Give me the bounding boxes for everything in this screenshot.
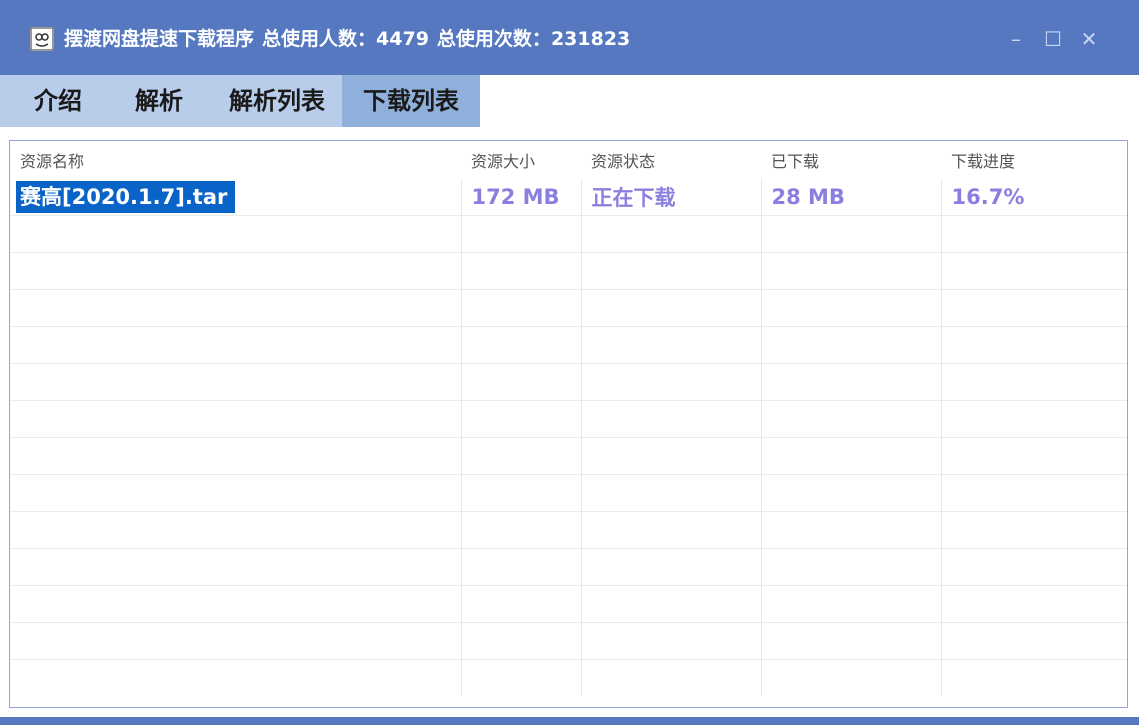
empty-row <box>10 474 1127 512</box>
uses-label: 总使用次数： <box>436 28 551 50</box>
cell-status: 正在下载 <box>581 179 762 216</box>
tab-parse[interactable]: 解析 <box>116 75 202 127</box>
table-row[interactable]: 赛高[2020.1.7].tar 172 MB 正在下载 28 MB 16.7% <box>10 179 1127 216</box>
column-header-downloaded[interactable]: 已下载 <box>761 141 941 179</box>
app-icon <box>30 27 54 51</box>
empty-row <box>10 326 1127 364</box>
window-title: 摆渡网盘提速下载程序 总使用人数：4479 总使用次数：231823 <box>64 24 638 51</box>
cell-name[interactable]: 赛高[2020.1.7].tar <box>10 179 462 216</box>
empty-row <box>10 622 1127 660</box>
tab-intro[interactable]: 介绍 <box>8 75 108 127</box>
window-bottom-border <box>0 717 1139 725</box>
empty-row <box>10 363 1127 401</box>
tab-parse-list[interactable]: 解析列表 <box>212 75 342 127</box>
cell-downloaded: 28 MB <box>761 179 942 216</box>
cell-size: 172 MB <box>461 179 582 216</box>
table-header-row: 资源名称 资源大小 资源状态 已下载 下载进度 <box>10 141 1127 179</box>
app-title: 摆渡网盘提速下载程序 <box>64 28 255 50</box>
column-header-status[interactable]: 资源状态 <box>581 141 761 179</box>
minimize-icon[interactable]: – <box>1003 26 1029 52</box>
tab-download-list[interactable]: 下载列表 <box>342 75 480 127</box>
users-count: 4479 <box>376 28 429 50</box>
empty-row <box>10 548 1127 586</box>
column-header-name[interactable]: 资源名称 <box>10 141 461 179</box>
empty-row <box>10 289 1127 327</box>
column-header-size[interactable]: 资源大小 <box>461 141 581 179</box>
download-list-panel: 资源名称 资源大小 资源状态 已下载 下载进度 赛高[2020.1.7].tar… <box>9 140 1128 708</box>
tab-bar: 介绍 解析 解析列表 下载列表 <box>0 75 1139 127</box>
download-table: 资源名称 资源大小 资源状态 已下载 下载进度 赛高[2020.1.7].tar… <box>10 141 1127 696</box>
uses-count: 231823 <box>550 28 631 50</box>
users-label: 总使用人数： <box>262 28 377 50</box>
empty-row <box>10 585 1127 623</box>
empty-row <box>10 659 1127 696</box>
empty-row <box>10 215 1127 253</box>
empty-row <box>10 252 1127 290</box>
close-icon[interactable]: ✕ <box>1076 26 1102 52</box>
title-bar: 摆渡网盘提速下载程序 总使用人数：4479 总使用次数：231823 – ☐ ✕ <box>0 0 1139 75</box>
maximize-icon[interactable]: ☐ <box>1040 26 1066 52</box>
file-name[interactable]: 赛高[2020.1.7].tar <box>16 181 236 213</box>
cell-progress: 16.7% <box>951 185 1025 209</box>
empty-row <box>10 400 1127 438</box>
tab-strip: 介绍 解析 解析列表 下载列表 <box>0 75 480 127</box>
empty-row <box>10 437 1127 475</box>
empty-row <box>10 511 1127 549</box>
column-header-progress[interactable]: 下载进度 <box>941 141 1127 179</box>
